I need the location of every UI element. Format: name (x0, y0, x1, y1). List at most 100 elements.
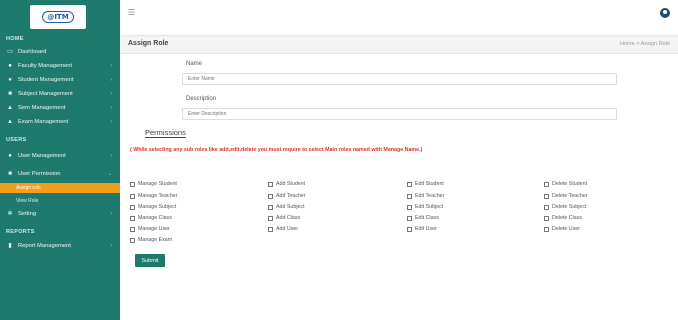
chevron-icon: › (110, 242, 112, 249)
checkbox-label: Manage User (138, 226, 170, 232)
permission-checkbox-delete-user[interactable]: Delete User (544, 225, 580, 233)
sidebar-item-dashboard[interactable]: ▭ Dashboard (0, 45, 120, 58)
checkbox-box[interactable] (407, 181, 412, 187)
checkbox-label: Edit Student (415, 181, 444, 187)
permission-checkbox-delete-teacher[interactable]: Delete Teacher (544, 192, 588, 200)
checkbox-box[interactable] (544, 215, 549, 221)
checkbox-box[interactable] (544, 226, 549, 232)
section-users: USERS (6, 137, 27, 143)
permissions-title: Permissions (145, 128, 186, 137)
sidebar-item-subject[interactable]: ■ Subject Management › (0, 87, 120, 100)
checkbox-box[interactable] (130, 237, 135, 243)
checkbox-label: Edit Class (415, 215, 439, 221)
checkbox-label: Manage Teacher (138, 193, 178, 199)
checkbox-label: Manage Exam (138, 237, 173, 243)
checkbox-box[interactable] (130, 204, 135, 210)
checkbox-box[interactable] (268, 204, 273, 210)
sidebar-item-exam[interactable]: ▲ Exam Management › (0, 115, 120, 128)
checkbox-box[interactable] (268, 193, 273, 199)
checkbox-box[interactable] (407, 215, 412, 221)
permission-checkbox-manage-user[interactable]: Manage User (130, 225, 170, 233)
checkbox-box[interactable] (130, 193, 135, 199)
permission-checkbox-edit-teacher[interactable]: Edit Teacher (407, 192, 444, 200)
description-label: Description (186, 96, 217, 102)
permission-checkbox-delete-student[interactable]: Delete Student (544, 180, 587, 188)
chevron-icon: › (110, 62, 112, 69)
checkbox-label: Manage Class (138, 215, 172, 221)
permission-checkbox-manage-class[interactable]: Manage Class (130, 214, 172, 222)
checkbox-box[interactable] (407, 204, 412, 210)
checkbox-label: Manage Student (138, 181, 177, 187)
graduation-cap-icon: ▲ (7, 118, 13, 125)
permission-checkbox-manage-exam[interactable]: Manage Exam (130, 236, 172, 244)
permission-checkbox-delete-class[interactable]: Delete Class (544, 214, 582, 222)
logo: @ITM (30, 5, 86, 29)
checkbox-box[interactable] (407, 193, 412, 199)
permission-checkbox-delete-subject[interactable]: Delete Subject (544, 203, 586, 211)
gear-icon: ✲ (7, 211, 13, 217)
sidebar: @ITM HOME ▭ Dashboard ● Faculty Manageme… (0, 0, 120, 320)
section-home: HOME (6, 36, 24, 42)
page-title: Assign Role (128, 40, 169, 47)
file-icon: ▮ (8, 243, 12, 249)
checkbox-box[interactable] (130, 181, 135, 187)
checkbox-box[interactable] (130, 215, 135, 221)
chevron-icon: › (110, 210, 112, 217)
checkbox-label: Add User (276, 226, 299, 232)
permission-checkbox-manage-subject[interactable]: Manage Subject (130, 203, 176, 211)
checkbox-box[interactable] (544, 181, 549, 187)
checkbox-box[interactable] (268, 215, 273, 221)
user-avatar-icon[interactable] (660, 8, 670, 18)
permission-checkbox-manage-student[interactable]: Manage Student (130, 180, 177, 188)
name-input[interactable] (182, 73, 617, 85)
permission-checkbox-edit-user[interactable]: Edit User (407, 225, 437, 233)
sidebar-item-student[interactable]: ● Student Management › (0, 73, 120, 86)
chevron-icon: › (110, 76, 112, 83)
checkbox-label: Add Subject (276, 204, 305, 210)
permission-checkbox-edit-class[interactable]: Edit Class (407, 214, 439, 222)
permission-checkbox-add-user[interactable]: Add User (268, 225, 298, 233)
sidebar-item-setting[interactable]: ✲ Setting › (0, 207, 120, 220)
monitor-icon: ▭ (7, 49, 13, 55)
checkbox-box[interactable] (544, 193, 549, 199)
sidebar-item-report[interactable]: ▮ Report Management › (0, 239, 120, 252)
permission-checkbox-manage-teacher[interactable]: Manage Teacher (130, 192, 177, 200)
permission-checkbox-edit-student[interactable]: Edit Student (407, 180, 444, 188)
checkbox-box[interactable] (544, 204, 549, 210)
graduation-cap-icon: ▲ (7, 104, 13, 111)
section-reports: REPORTS (6, 229, 35, 235)
permission-checkbox-add-class[interactable]: Add Class (268, 214, 300, 222)
permission-checkbox-edit-subject[interactable]: Edit Subject (407, 203, 443, 211)
users-icon: ● (8, 76, 12, 83)
checkbox-box[interactable] (130, 226, 135, 232)
permission-checkbox-add-subject[interactable]: Add Subject (268, 203, 305, 211)
book-icon: ■ (8, 90, 12, 97)
sidebar-subitem-assign-role[interactable]: Assign role (0, 183, 120, 193)
checkbox-box[interactable] (407, 226, 412, 232)
checkbox-label: Delete User (552, 226, 580, 232)
menu-icon[interactable]: ☰ (128, 8, 135, 17)
permission-checkbox-add-teacher[interactable]: Add Teacher (268, 192, 306, 200)
checkbox-label: Add Student (276, 181, 306, 187)
checkbox-label: Delete Teacher (552, 193, 588, 199)
checkbox-label: Edit Subject (415, 204, 444, 210)
sidebar-item-user-permission[interactable]: ■ User Permission ⌄ (0, 167, 120, 180)
breadcrumb[interactable]: Home > Assign Role (620, 41, 670, 47)
sidebar-item-sem[interactable]: ▲ Sem Management › (0, 101, 120, 114)
sidebar-item-faculty[interactable]: ● Faculty Management › (0, 59, 120, 72)
sidebar-subitem-view-role[interactable]: View Role (14, 196, 38, 206)
checkbox-box[interactable] (268, 226, 273, 232)
sidebar-item-user-management[interactable]: ● User Management › (0, 149, 120, 162)
checkbox-label: Add Teacher (276, 193, 306, 199)
checkbox-box[interactable] (268, 181, 273, 187)
checkbox-label: Edit User (415, 226, 437, 232)
name-label: Name (186, 61, 203, 67)
lock-icon: ■ (8, 170, 12, 177)
submit-button[interactable]: Submit (135, 254, 165, 267)
chevron-icon: › (110, 90, 112, 97)
checkbox-label: Add Class (276, 215, 301, 221)
checkbox-label: Delete Student (552, 181, 588, 187)
permission-checkbox-add-student[interactable]: Add Student (268, 180, 305, 188)
checkbox-label: Manage Subject (138, 204, 177, 210)
description-input[interactable] (182, 108, 617, 120)
